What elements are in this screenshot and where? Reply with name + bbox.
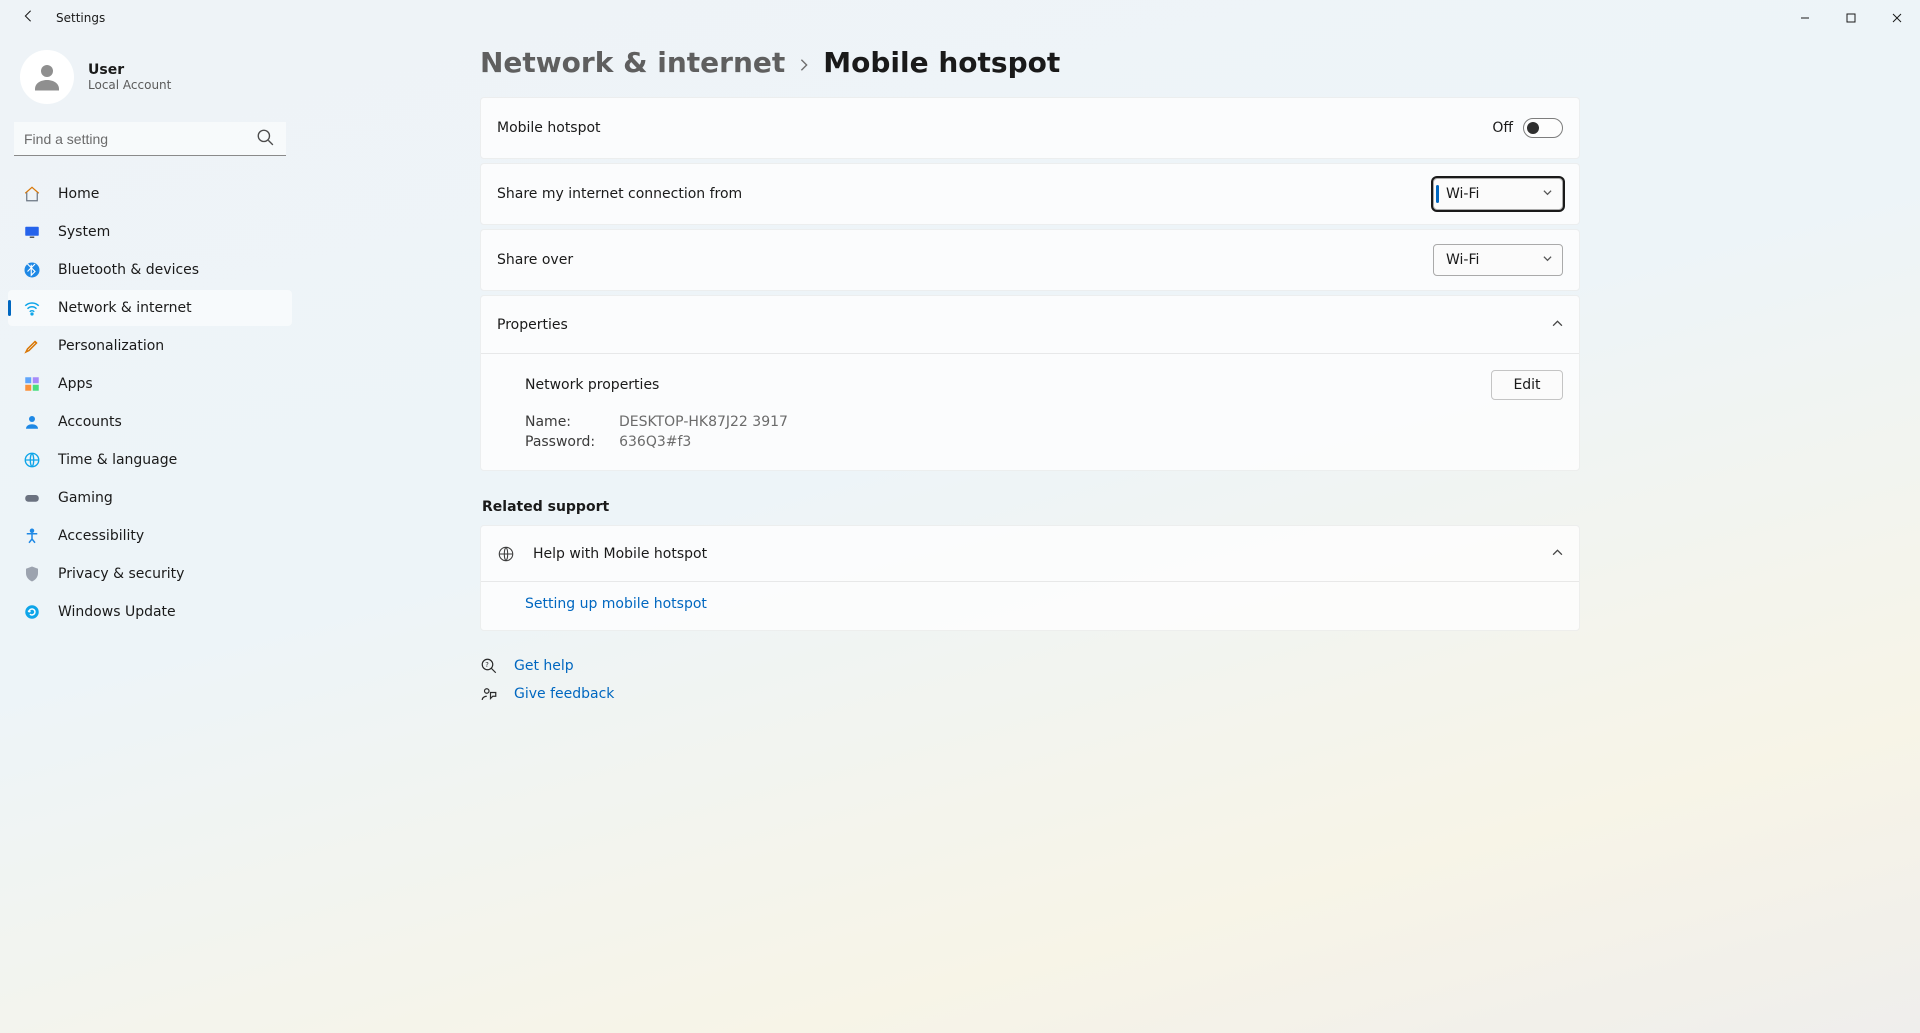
sidebar-item-label: Network & internet: [58, 300, 192, 316]
prop-pass-key: Password:: [525, 434, 595, 450]
hotspot-toggle[interactable]: [1523, 118, 1563, 138]
share-from-label: Share my internet connection from: [497, 186, 742, 202]
sidebar-item-system[interactable]: System: [8, 214, 292, 250]
sidebar-item-label: Windows Update: [58, 604, 176, 620]
share-from-select[interactable]: Wi-Fi: [1433, 178, 1563, 210]
system-icon: [20, 223, 44, 241]
network-properties-label: Network properties: [525, 377, 659, 393]
titlebar: Settings: [0, 0, 1920, 36]
main: Network & internet Mobile hotspot Mobile…: [300, 36, 1920, 1033]
card-hotspot: Mobile hotspot Off: [480, 97, 1580, 159]
share-over-label: Share over: [497, 252, 573, 268]
svg-text:?: ?: [485, 661, 489, 669]
card-help: Help with Mobile hotspot Setting up mobi…: [480, 525, 1580, 631]
properties-expander-head[interactable]: Properties: [481, 296, 1579, 354]
sidebar-item-label: Gaming: [58, 490, 113, 506]
sidebar-item-label: Accessibility: [58, 528, 144, 544]
help-title: Help with Mobile hotspot: [533, 546, 707, 562]
globe-help-icon: [497, 545, 517, 563]
help-body: Setting up mobile hotspot: [481, 582, 1579, 630]
brush-icon: [20, 337, 44, 355]
sidebar-item-network[interactable]: Network & internet: [8, 290, 292, 326]
properties-title: Properties: [497, 317, 568, 333]
get-help-link[interactable]: ? Get help: [480, 657, 1580, 675]
sidebar-item-apps[interactable]: Apps: [8, 366, 292, 402]
avatar: [20, 50, 74, 104]
hotspot-state-label: Off: [1492, 120, 1513, 136]
breadcrumb: Network & internet Mobile hotspot: [480, 46, 1580, 79]
user-sub: Local Account: [88, 78, 171, 92]
properties-body: Network properties Edit Name: DESKTOP-HK…: [481, 354, 1579, 470]
sidebar-item-label: System: [58, 224, 110, 240]
sidebar-item-privacy[interactable]: Privacy & security: [8, 556, 292, 592]
breadcrumb-parent[interactable]: Network & internet: [480, 46, 785, 79]
hotspot-title: Mobile hotspot: [497, 120, 601, 136]
accessibility-icon: [20, 527, 44, 545]
sidebar-item-accounts[interactable]: Accounts: [8, 404, 292, 440]
chevron-right-icon: [797, 53, 811, 78]
sidebar-item-label: Bluetooth & devices: [58, 262, 199, 278]
prop-name-value: DESKTOP-HK87J22 3917: [619, 414, 788, 430]
window-controls: [1782, 2, 1920, 34]
card-properties: Properties Network properties Edit Name:: [480, 295, 1580, 471]
card-share-from: Share my internet connection from Wi-Fi: [480, 163, 1580, 225]
chevron-down-icon: [1543, 188, 1552, 200]
sidebar-item-home[interactable]: Home: [8, 176, 292, 212]
person-icon: [20, 413, 44, 431]
edit-button[interactable]: Edit: [1491, 370, 1563, 400]
give-feedback-link[interactable]: Give feedback: [480, 685, 1580, 703]
back-button[interactable]: [18, 9, 38, 27]
sidebar-item-gaming[interactable]: Gaming: [8, 480, 292, 516]
sidebar-item-update[interactable]: Windows Update: [8, 594, 292, 630]
user-name: User: [88, 62, 171, 78]
shield-icon: [20, 565, 44, 583]
close-button[interactable]: [1874, 2, 1920, 34]
sidebar-item-label: Apps: [58, 376, 93, 392]
globe-clock-icon: [20, 451, 44, 469]
select-value: Wi-Fi: [1446, 186, 1479, 202]
search-input[interactable]: [14, 122, 286, 156]
sidebar-item-personalization[interactable]: Personalization: [8, 328, 292, 364]
nav: Home System Bluetooth & devices Network …: [8, 176, 292, 630]
gamepad-icon: [20, 489, 44, 507]
window-title: Settings: [56, 11, 105, 25]
search-icon: [256, 128, 274, 150]
sidebar-item-label: Privacy & security: [58, 566, 184, 582]
minimize-button[interactable]: [1782, 2, 1828, 34]
chevron-up-icon: [1552, 547, 1563, 561]
home-icon: [20, 185, 44, 203]
sidebar-item-label: Personalization: [58, 338, 164, 354]
sidebar: User Local Account Home System Bluetooth…: [0, 36, 300, 1033]
user-profile[interactable]: User Local Account: [8, 42, 292, 122]
related-support-title: Related support: [482, 499, 1580, 515]
feedback-icon: [480, 685, 498, 703]
sidebar-item-accessibility[interactable]: Accessibility: [8, 518, 292, 554]
select-value: Wi-Fi: [1446, 252, 1479, 268]
share-over-select[interactable]: Wi-Fi: [1433, 244, 1563, 276]
prop-name-key: Name:: [525, 414, 595, 430]
chevron-down-icon: [1543, 254, 1552, 266]
sidebar-item-label: Time & language: [58, 452, 177, 468]
search-wrap: [14, 122, 286, 156]
maximize-button[interactable]: [1828, 2, 1874, 34]
sidebar-item-label: Accounts: [58, 414, 122, 430]
help-search-icon: ?: [480, 657, 498, 675]
apps-icon: [20, 375, 44, 393]
prop-pass-value: 636Q3#f3: [619, 434, 691, 450]
wifi-icon: [20, 299, 44, 317]
bluetooth-icon: [20, 261, 44, 279]
help-link[interactable]: Setting up mobile hotspot: [525, 596, 707, 612]
page-title: Mobile hotspot: [823, 46, 1060, 79]
sidebar-item-label: Home: [58, 186, 99, 202]
sidebar-item-bluetooth[interactable]: Bluetooth & devices: [8, 252, 292, 288]
chevron-up-icon: [1552, 318, 1563, 332]
update-icon: [20, 603, 44, 621]
footer-links: ? Get help Give feedback: [480, 657, 1580, 703]
card-share-over: Share over Wi-Fi: [480, 229, 1580, 291]
help-expander-head[interactable]: Help with Mobile hotspot: [481, 526, 1579, 582]
sidebar-item-time[interactable]: Time & language: [8, 442, 292, 478]
